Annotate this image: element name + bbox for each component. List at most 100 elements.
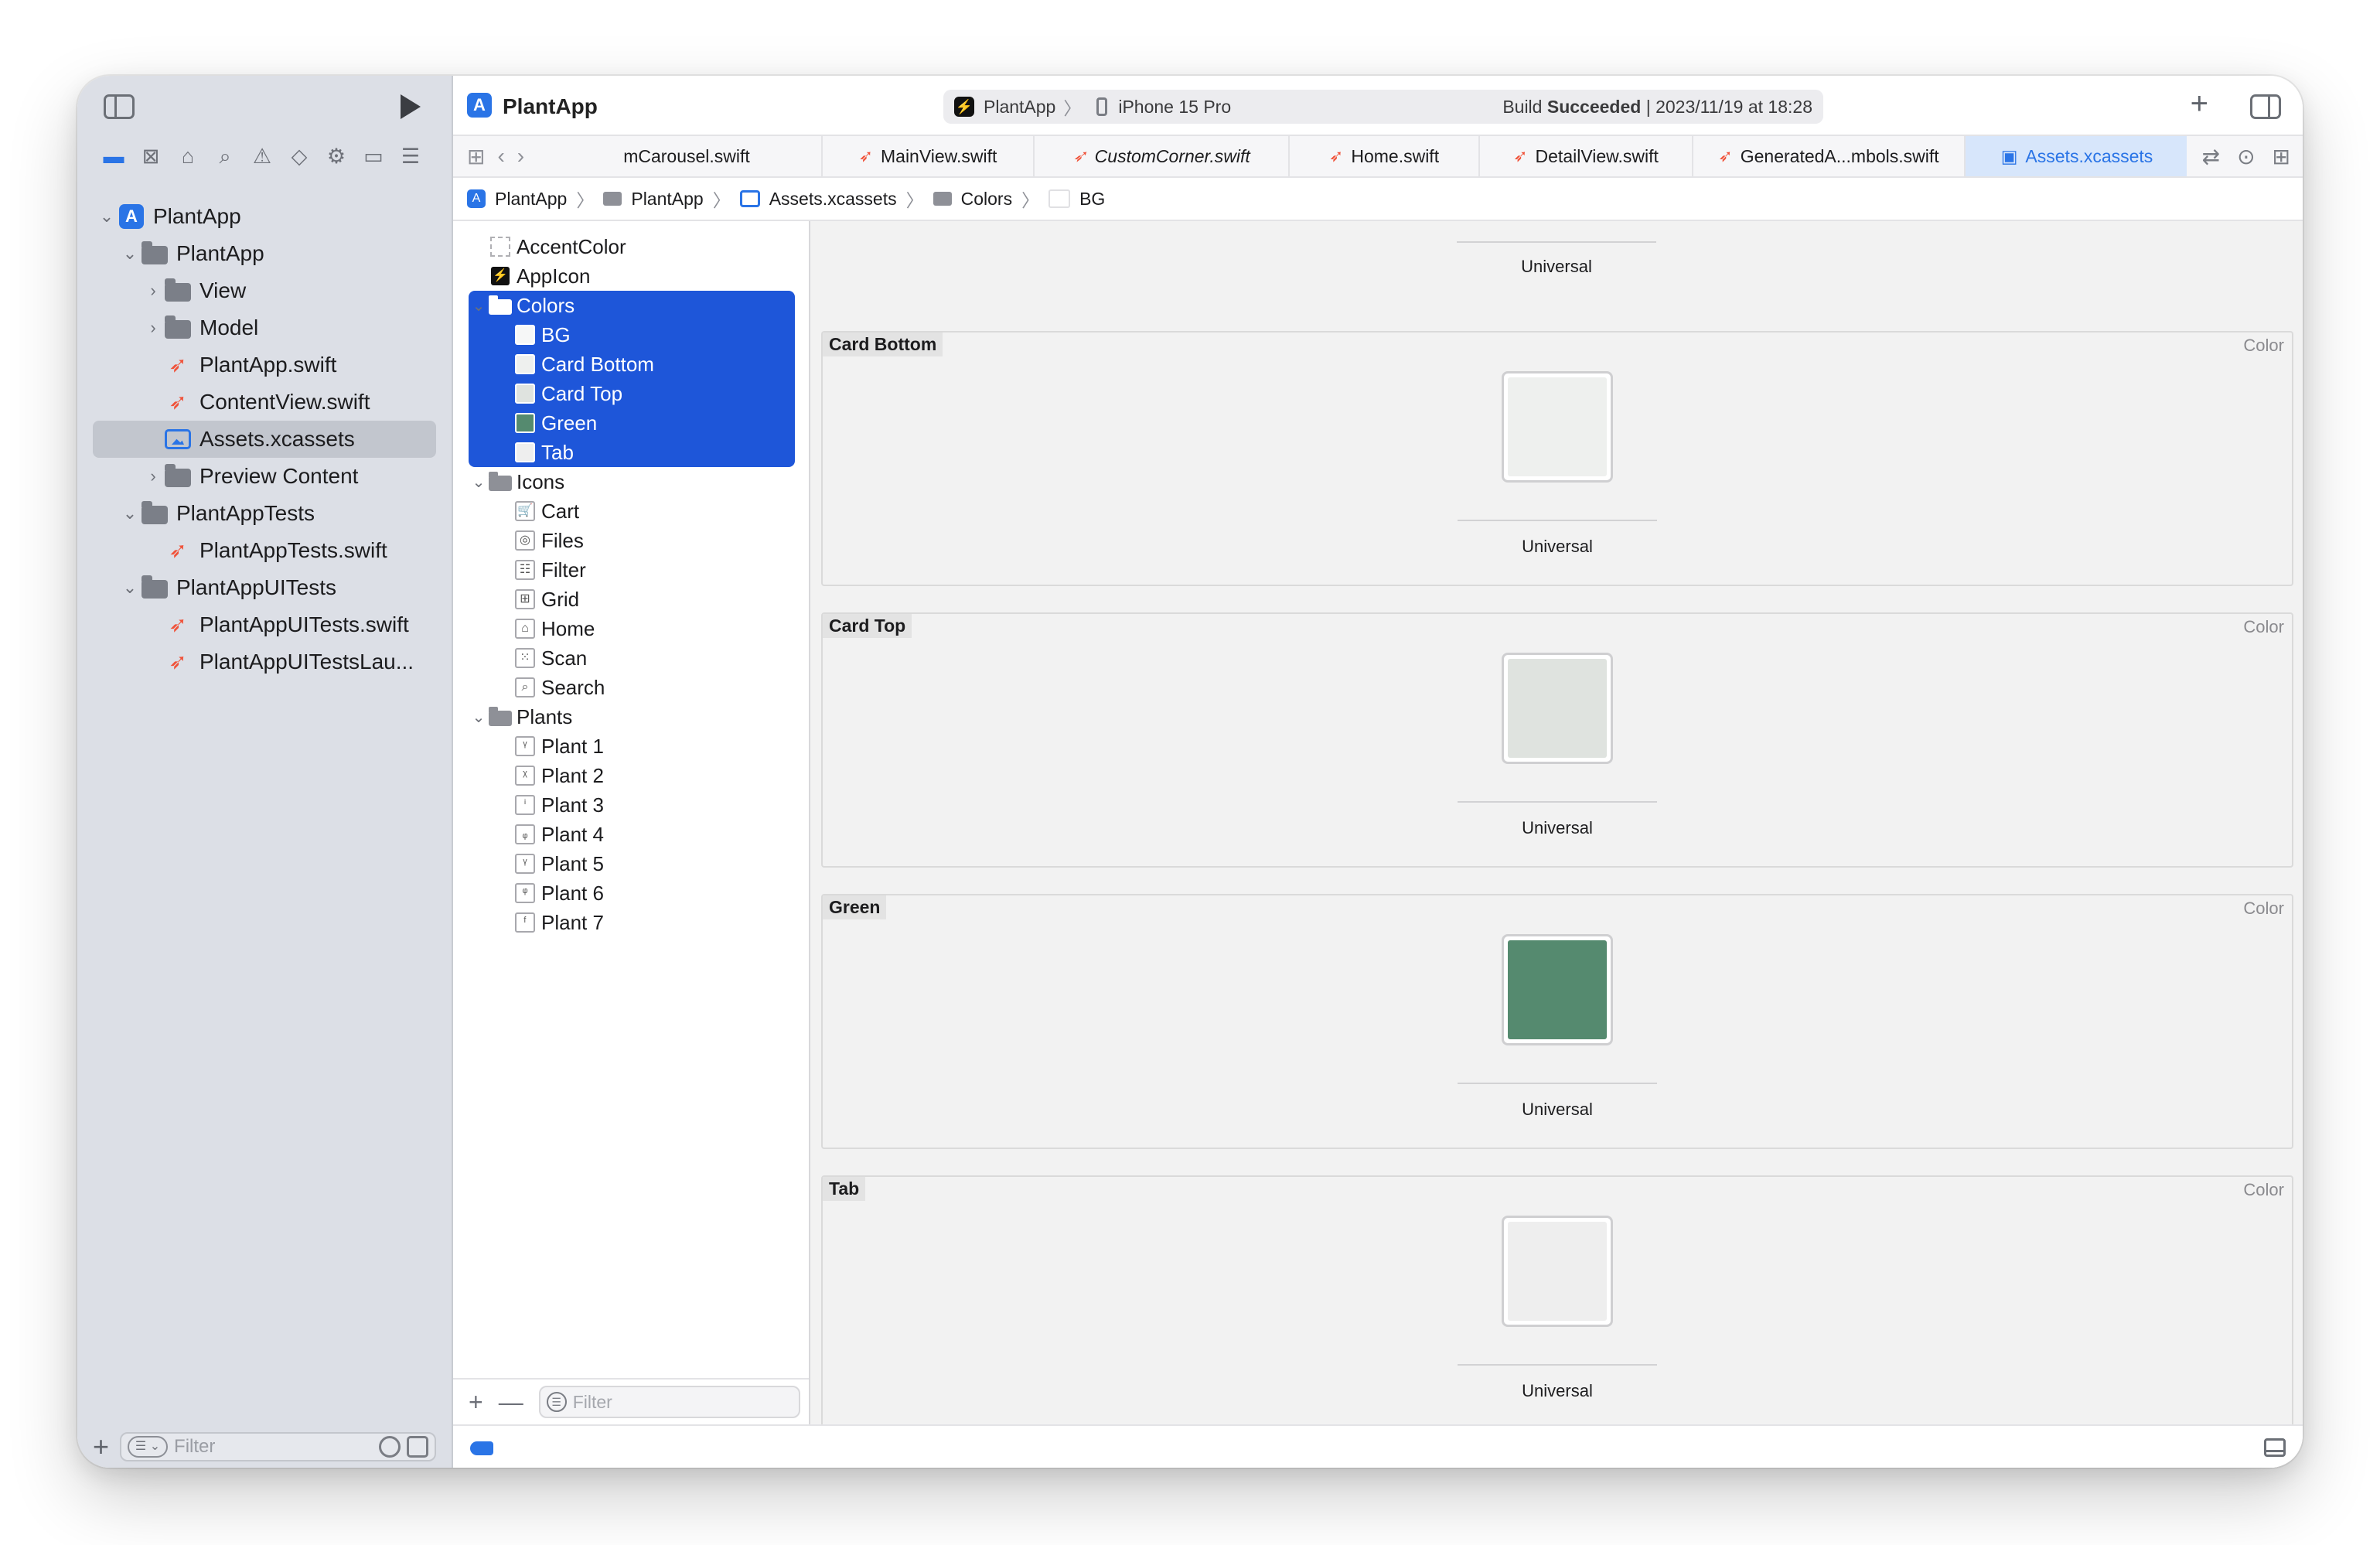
add-asset-icon[interactable]: + [469, 1388, 483, 1417]
tree-row[interactable]: ➶ PlantAppTests.swift [93, 532, 436, 569]
chevron-down-icon[interactable]: ⌄ [469, 472, 489, 492]
tree-row[interactable]: ➶ PlantAppUITests.swift [93, 606, 436, 643]
test-navigator-icon[interactable]: ◇ [286, 143, 312, 169]
tree-row[interactable]: ⌄ PlantAppTests [93, 495, 436, 532]
asset-row[interactable]: ᵞ Plant 5 [469, 849, 795, 878]
breadcrumb-item[interactable]: PlantApp [631, 189, 703, 210]
editor-tab[interactable]: ➶ DetailView.swift [1480, 136, 1693, 176]
add-file-icon[interactable]: + [93, 1433, 109, 1461]
chevron-down-icon[interactable]: ⌄ [119, 578, 141, 598]
editor-tab[interactable]: ➶ GeneratedA...mbols.swift [1693, 136, 1966, 176]
asset-row[interactable]: BG [469, 320, 795, 350]
filter-options-icon[interactable]: ☰ ⌄ [128, 1436, 169, 1458]
grid-icon[interactable]: ⊞ [467, 144, 485, 169]
chevron-right-icon[interactable]: › [142, 466, 164, 486]
asset-row[interactable]: AccentColor [469, 232, 795, 261]
run-icon[interactable] [401, 94, 421, 119]
more-options-icon[interactable]: ⊙ [2237, 144, 2255, 169]
chevron-down-icon[interactable]: ⌄ [119, 503, 141, 524]
asset-filter-field[interactable]: ☰ Filter [538, 1386, 800, 1418]
remove-asset-icon[interactable]: — [499, 1388, 523, 1417]
asset-row[interactable]: ᵞ Plant 1 [469, 732, 795, 761]
navigator-filter-field[interactable]: ☰ ⌄ Filter [120, 1432, 436, 1461]
tree-row[interactable]: ➶ ContentView.swift [93, 384, 436, 421]
asset-row[interactable]: ⌄ Colors [469, 291, 795, 320]
color-set-panel[interactable]: Green Color Universal [821, 894, 2293, 1149]
editor-tab[interactable]: ➶ Home.swift [1290, 136, 1480, 176]
scheme-name[interactable]: PlantApp [984, 97, 1055, 118]
run-destination[interactable]: iPhone 15 Pro [1118, 97, 1231, 118]
asset-row[interactable]: ⚡ AppIcon [469, 261, 795, 291]
asset-row[interactable]: ☷ Filter [469, 555, 795, 585]
asset-row[interactable]: ⌄ Icons [469, 467, 795, 496]
debug-navigator-icon[interactable]: ⚙ [323, 143, 349, 169]
asset-row[interactable]: Card Bottom [469, 350, 795, 379]
tree-row[interactable]: › Model [93, 309, 436, 346]
library-plus-icon[interactable]: + [2191, 88, 2208, 119]
asset-row[interactable]: ᵩ Plant 4 [469, 820, 795, 849]
asset-row[interactable]: ᵡ Plant 2 [469, 761, 795, 790]
sidebar-toggle-icon[interactable] [104, 94, 135, 119]
inspector-toggle-icon[interactable] [2250, 94, 2281, 119]
asset-row[interactable]: ⌂ Home [469, 614, 795, 643]
chevron-down-icon[interactable]: ⌄ [469, 708, 489, 727]
scheme-icon[interactable]: ⚡ [954, 97, 974, 117]
color-well[interactable] [1502, 1216, 1613, 1327]
breadcrumb-icon [739, 190, 760, 207]
bookmark-navigator-icon[interactable]: ⌂ [175, 143, 201, 169]
filter-pill-icon[interactable] [470, 1441, 493, 1455]
scm-filter-icon[interactable] [407, 1436, 428, 1458]
color-set-panel[interactable]: Tab Color Universal [821, 1175, 2293, 1424]
asset-row[interactable]: ⁙ Scan [469, 643, 795, 673]
color-well[interactable] [1502, 653, 1613, 764]
chevron-right-icon[interactable]: › [142, 281, 164, 301]
project-navigator-icon[interactable]: ▬ [101, 143, 127, 169]
asset-row[interactable]: ⌄ Plants [469, 702, 795, 732]
color-well[interactable] [1502, 934, 1613, 1045]
tree-row[interactable]: ⌄ PlantApp [93, 235, 436, 272]
breadcrumb-item[interactable]: Assets.xcassets [769, 189, 897, 210]
find-navigator-icon[interactable]: ⌕ [212, 143, 238, 169]
source-control-navigator-icon[interactable]: ⊠ [138, 143, 164, 169]
tree-row[interactable]: ➶ PlantApp.swift [93, 346, 436, 384]
tree-row[interactable]: ➶ PlantAppUITestsLau... [93, 643, 436, 680]
color-set-panel[interactable]: Card Top Color Universal [821, 612, 2293, 868]
breadcrumb-item[interactable]: BG [1079, 189, 1105, 210]
breakpoint-navigator-icon[interactable]: ▭ [360, 143, 387, 169]
swap-icon[interactable]: ⇄ [2202, 144, 2220, 169]
color-set-panel[interactable]: Card Bottom Color Universal [821, 331, 2293, 586]
editor-tab[interactable]: mCarousel.swift [552, 136, 823, 176]
breadcrumb-item[interactable]: PlantApp [495, 189, 567, 210]
asset-row[interactable]: Tab [469, 438, 795, 467]
asset-row[interactable]: ⊞ Grid [469, 585, 795, 614]
breadcrumb-item[interactable]: Colors [961, 189, 1012, 210]
forward-chevron-icon[interactable]: › [517, 144, 524, 169]
back-chevron-icon[interactable]: ‹ [497, 144, 504, 169]
editor-tab[interactable]: ▣ Assets.xcassets [1966, 136, 2190, 176]
debug-area-toggle-icon[interactable] [2264, 1438, 2286, 1457]
asset-row[interactable]: ◎ Files [469, 526, 795, 555]
asset-row[interactable]: ᶠ Plant 7 [469, 908, 795, 937]
asset-row[interactable]: ⌕ Search [469, 673, 795, 702]
asset-row[interactable]: Card Top [469, 379, 795, 408]
editor-tab[interactable]: ➶ CustomCorner.swift [1035, 136, 1290, 176]
report-navigator-icon[interactable]: ☰ [397, 143, 424, 169]
tree-row[interactable]: › View [93, 272, 436, 309]
tree-row[interactable]: ⌄ PlantAppUITests [93, 569, 436, 606]
editor-tab[interactable]: ➶ MainView.swift [823, 136, 1035, 176]
asset-row[interactable]: 🛒 Cart [469, 496, 795, 526]
chevron-down-icon[interactable]: ⌄ [96, 206, 118, 227]
tree-row[interactable]: › Preview Content [93, 458, 436, 495]
recent-files-icon[interactable] [379, 1436, 401, 1458]
tree-row[interactable]: ⌄ A PlantApp [93, 198, 436, 235]
chevron-down-icon[interactable]: ⌄ [469, 296, 489, 315]
chevron-down-icon[interactable]: ⌄ [119, 244, 141, 264]
asset-row[interactable]: ⁱ Plant 3 [469, 790, 795, 820]
color-well[interactable] [1502, 371, 1613, 483]
tree-row[interactable]: Assets.xcassets [93, 421, 436, 458]
add-editor-icon[interactable]: ⊞ [2273, 144, 2290, 169]
chevron-right-icon[interactable]: › [142, 318, 164, 338]
issue-navigator-icon[interactable]: ⚠ [249, 143, 275, 169]
asset-row[interactable]: Green [469, 408, 795, 438]
asset-row[interactable]: ᵠ Plant 6 [469, 878, 795, 908]
